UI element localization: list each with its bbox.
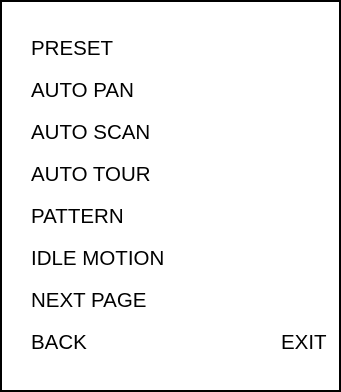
menu-item-label: IDLE MOTION: [31, 247, 165, 270]
menu-item-auto-tour[interactable]: AUTO TOUR: [31, 154, 321, 196]
menu-item-label: AUTO PAN: [31, 79, 134, 102]
menu-item-label: PATTERN: [31, 205, 124, 228]
menu-item-label: PRESET: [31, 37, 114, 60]
menu-item-label: NEXT PAGE: [31, 289, 147, 312]
menu-panel: PRESET AUTO PAN AUTO SCAN AUTO TOUR PATT…: [0, 0, 341, 392]
menu-item-preset[interactable]: PRESET: [31, 28, 321, 70]
menu-item-label: AUTO SCAN: [31, 121, 151, 144]
menu-item-auto-scan[interactable]: AUTO SCAN: [31, 112, 321, 154]
menu-item-auto-pan[interactable]: AUTO PAN: [31, 70, 321, 112]
menu-item-label: AUTO TOUR: [31, 163, 151, 186]
menu-item-pattern[interactable]: PATTERN: [31, 196, 321, 238]
menu-item-idle-motion[interactable]: IDLE MOTION: [31, 238, 321, 280]
menu-row-back-exit: BACK EXIT: [31, 322, 327, 364]
menu-item-next-page[interactable]: NEXT PAGE: [31, 280, 321, 322]
back-button[interactable]: BACK: [31, 322, 87, 364]
exit-button[interactable]: EXIT: [281, 322, 327, 364]
menu-list: PRESET AUTO PAN AUTO SCAN AUTO TOUR PATT…: [31, 28, 327, 364]
